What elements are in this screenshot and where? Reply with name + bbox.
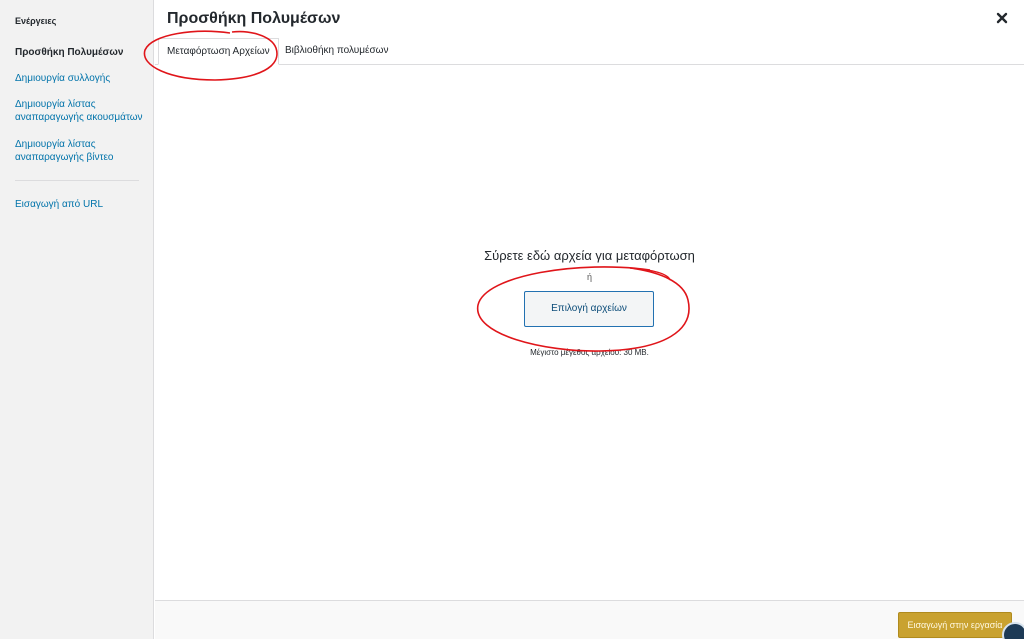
drop-instructions: Σύρετε εδώ αρχεία για μεταφόρτωση [484, 248, 695, 263]
select-files-button[interactable]: Επιλογή αρχείων [524, 291, 654, 327]
sidebar-item-create-video-playlist[interactable]: Δημιουργία λίστας αναπαραγωγής βίντεο [15, 138, 143, 164]
page-title: Προσθήκη Πολυμέσων [167, 10, 341, 27]
insert-into-post-button[interactable]: Εισαγωγή στην εργασία [898, 612, 1012, 638]
sidebar-item-create-gallery[interactable]: Δημιουργία συλλογής [15, 72, 143, 85]
max-upload-size: Μέγιστο μέγεθος αρχείου: 30 MB. [530, 348, 649, 357]
close-icon[interactable] [994, 10, 1010, 26]
sidebar-divider [15, 180, 139, 181]
avatar[interactable] [1002, 622, 1024, 639]
sidebar-item-add-media[interactable]: Προσθήκη Πολυμέσων [15, 46, 143, 59]
tab-upload-files[interactable]: Μεταφόρτωση Αρχείων [158, 38, 279, 65]
media-modal-content: Προσθήκη Πολυμέσων Μεταφόρτωση Αρχείων Β… [155, 0, 1024, 639]
drop-or-text: ή [586, 272, 592, 282]
media-sidebar: Ενέργειες Προσθήκη Πολυμέσων Δημιουργία … [0, 0, 154, 639]
sidebar-heading: Ενέργειες [15, 16, 57, 26]
sidebar-item-create-audio-playlist[interactable]: Δημιουργία λίστας αναπαραγωγής ακουσμάτω… [15, 98, 143, 124]
upload-drop-zone[interactable]: Σύρετε εδώ αρχεία για μεταφόρτωση ή Επιλ… [155, 66, 1024, 600]
sidebar-item-insert-from-url[interactable]: Εισαγωγή από URL [15, 198, 143, 211]
media-tabs: Μεταφόρτωση Αρχείων Βιβλιοθήκη πολυμέσων [155, 38, 1024, 65]
tab-media-library[interactable]: Βιβλιοθήκη πολυμέσων [277, 38, 396, 65]
modal-footer: Εισαγωγή στην εργασία [155, 600, 1024, 639]
